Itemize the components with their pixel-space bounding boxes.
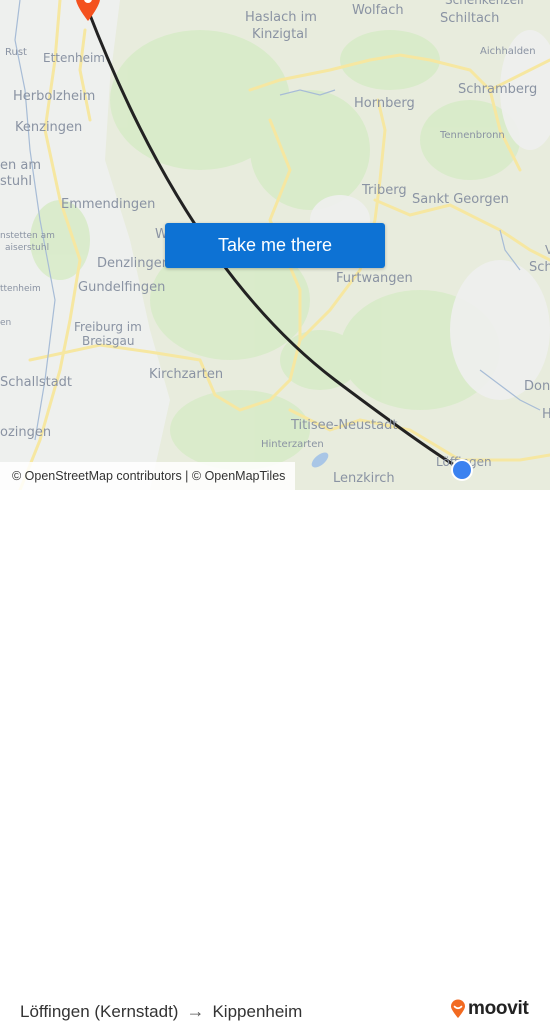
place-label: Breisgau — [82, 334, 135, 348]
place-label: Schallstadt — [0, 375, 73, 390]
destination-pin-icon[interactable] — [74, 0, 102, 22]
map-view[interactable]: Rust Ettenheim Herbolzheim Kenzingen en … — [0, 0, 550, 490]
arrow-right-icon: → — [186, 1001, 205, 1021]
place-label: Triberg — [362, 183, 407, 198]
place-label: en — [0, 318, 12, 328]
place-label: Sankt Georgen — [412, 192, 509, 207]
place-label: aiserstuhl — [5, 243, 50, 253]
place-label: Sch — [529, 260, 550, 275]
place-label: Hornberg — [354, 96, 415, 111]
moovit-logo[interactable]: moovit — [450, 998, 529, 1020]
map-attribution[interactable]: © OpenStreetMap contributors | © OpenMap… — [0, 462, 296, 490]
place-label: Haslach im — [245, 10, 317, 25]
moovit-pin-icon — [451, 999, 465, 1018]
origin-marker[interactable] — [451, 459, 473, 481]
place-label: Titisee-Neustadt — [291, 418, 398, 433]
place-label: Don — [524, 379, 550, 394]
place-label: Kinzigtal — [252, 27, 308, 42]
place-label: Kirchzarten — [149, 367, 224, 382]
place-label: stuhl — [0, 174, 32, 189]
footer: Löffingen (Kernstadt) → Kippenheim moovi… — [0, 490, 550, 1021]
place-label: Freiburg im — [74, 320, 142, 334]
place-label: Furtwangen — [336, 271, 413, 286]
place-label: nstetten am — [0, 231, 55, 241]
place-label: Schenkenzell — [445, 0, 524, 7]
place-label: Hinterzarten — [261, 439, 324, 450]
place-label: Rust — [5, 47, 27, 58]
current-location-icon — [453, 461, 471, 479]
place-label: Tennenbronn — [440, 130, 505, 141]
route-title: Löffingen (Kernstadt) → Kippenheim — [20, 1001, 302, 1022]
place-label: en am — [0, 158, 41, 173]
place-label: V — [545, 243, 550, 257]
place-label: Schramberg — [458, 82, 538, 97]
place-label: Lenzkirch — [333, 471, 395, 486]
destination-name: Kippenheim — [212, 1001, 303, 1021]
place-label: Kenzingen — [15, 120, 83, 135]
place-label: Aichhalden — [480, 46, 536, 57]
place-label: Denzlingen — [97, 256, 171, 271]
place-label: ozingen — [0, 425, 52, 440]
take-me-there-button[interactable]: Take me there — [165, 223, 385, 268]
place-label: Emmendingen — [61, 197, 156, 212]
place-label: Ettenheim — [43, 51, 105, 65]
attribution-text[interactable]: © OpenStreetMap contributors | © OpenMap… — [12, 469, 285, 483]
moovit-wordmark: moovit — [468, 998, 529, 1019]
place-label: Wolfach — [352, 3, 404, 18]
origin-name: Löffingen (Kernstadt) — [20, 1001, 179, 1021]
place-label: ttenheim — [0, 284, 41, 294]
place-label: H — [542, 407, 550, 422]
place-label: Gundelfingen — [78, 280, 166, 295]
place-label: Herbolzheim — [13, 89, 96, 104]
place-label: Schiltach — [440, 11, 500, 26]
